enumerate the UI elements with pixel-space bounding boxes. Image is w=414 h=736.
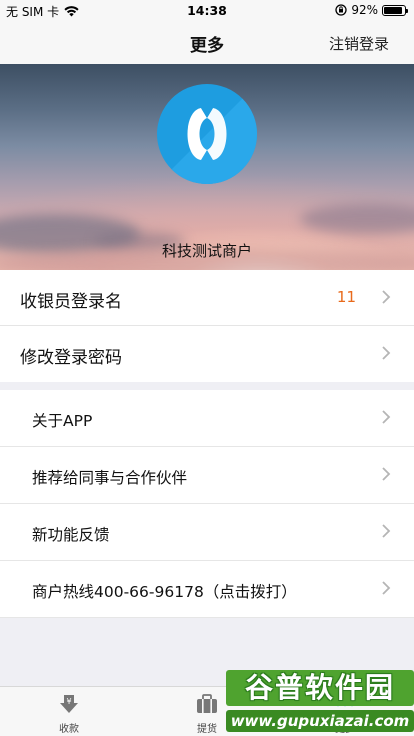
chevron-right-icon: [382, 410, 391, 424]
merchant-logo: [157, 84, 257, 184]
about-app-row[interactable]: 关于APP: [0, 390, 414, 447]
yen-download-icon: ¥: [60, 695, 78, 713]
battery-fill: [384, 6, 403, 14]
battery-icon: [382, 4, 408, 16]
row-label: 关于APP: [32, 412, 93, 430]
tab-label: 收款: [59, 724, 79, 735]
recommend-row[interactable]: 推荐给同事与合作伙伴: [0, 447, 414, 504]
briefcase-icon: [197, 694, 217, 713]
battery-tip: [406, 8, 408, 13]
logout-button[interactable]: 注销登录: [329, 33, 389, 54]
account-settings-list: 收银员登录名 11 修改登录密码: [0, 270, 414, 382]
app-info-list: 关于APP 推荐给同事与合作伙伴 新功能反馈 商户热线400-66-96178（…: [0, 390, 414, 618]
watermark-title: 谷普软件园: [226, 670, 414, 706]
chevron-right-icon: [382, 346, 391, 360]
logo-mark-icon: [157, 84, 257, 184]
orientation-lock-icon: [335, 4, 347, 16]
row-label: 修改登录密码: [20, 348, 122, 368]
cloud-decoration: [300, 204, 414, 234]
watermark-url: www.gupuxiazai.com: [226, 710, 414, 732]
chevron-right-icon: [382, 581, 391, 595]
row-label: 商户热线400-66-96178（点击拨打）: [32, 583, 297, 601]
tab-receive-payment[interactable]: ¥ 收款: [0, 687, 138, 736]
row-label: 新功能反馈: [32, 526, 110, 544]
chevron-right-icon: [382, 290, 391, 304]
chevron-right-icon: [382, 524, 391, 538]
feedback-row[interactable]: 新功能反馈: [0, 504, 414, 561]
change-password-row[interactable]: 修改登录密码: [0, 326, 414, 382]
row-label: 收银员登录名: [20, 292, 122, 312]
chevron-right-icon: [382, 467, 391, 481]
row-label: 推荐给同事与合作伙伴: [32, 469, 188, 487]
status-right: 92%: [335, 3, 408, 17]
merchant-name: 科技测试商户: [161, 242, 252, 260]
watermark: 谷普软件园 www.gupuxiazai.com: [226, 668, 414, 736]
status-bar: 无 SIM 卡 14:38 92%: [0, 0, 414, 20]
cashier-count-badge: 11: [336, 288, 356, 306]
hotline-row[interactable]: 商户热线400-66-96178（点击拨打）: [0, 561, 414, 618]
battery-percent: 92%: [351, 3, 378, 17]
svg-text:¥: ¥: [66, 697, 71, 706]
navigation-bar: 更多 注销登录: [0, 20, 414, 64]
cashier-login-name-row[interactable]: 收银员登录名 11: [0, 270, 414, 326]
profile-header: 科技测试商户: [0, 64, 414, 270]
